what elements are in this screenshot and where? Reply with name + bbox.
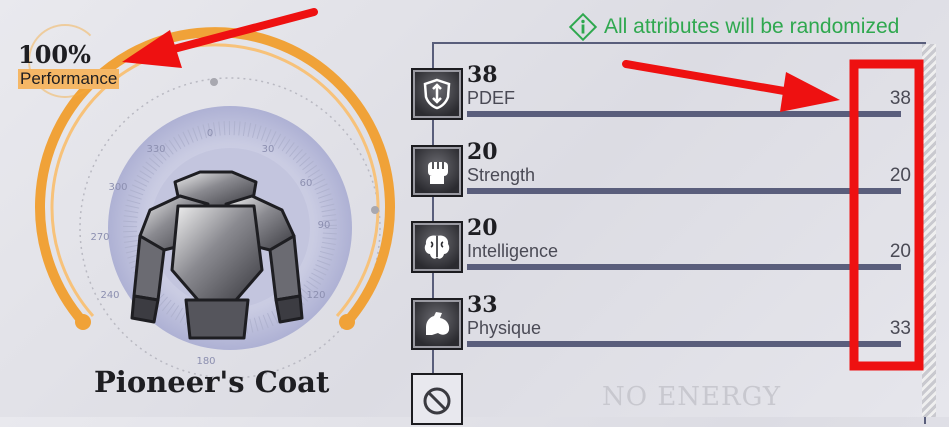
performance-value: 100% — [18, 40, 91, 69]
attribute-value: 38 — [467, 62, 498, 88]
performance-indicator: 100% Performance — [18, 24, 143, 98]
arc-end-left — [75, 314, 91, 330]
brain-icon — [411, 221, 463, 273]
attribute-label: Strength — [467, 165, 536, 185]
dial-tick: 0 — [207, 128, 213, 139]
attribute-row-pdef[interactable]: 38 PDEF 38 — [411, 62, 911, 120]
dial-tick: 330 — [146, 144, 165, 155]
attribute-label: Physique — [467, 318, 542, 338]
dial-tick: 60 — [300, 178, 313, 189]
attribute-bar — [467, 264, 901, 270]
attribute-row-physique[interactable]: 33 Physique 33 — [411, 292, 911, 350]
attribute-label: Intelligence — [467, 241, 559, 261]
shield-icon — [411, 68, 463, 120]
banner-text: All attributes will be randomized — [604, 15, 900, 38]
performance-label: Performance — [18, 69, 120, 89]
item-name: Pioneer's Coat — [94, 365, 330, 399]
arm-muscle-icon — [411, 298, 463, 350]
randomize-banner: All attributes will be randomized — [568, 12, 899, 42]
attribute-value: 33 — [467, 292, 498, 318]
arc-end-right — [339, 314, 355, 330]
info-diamond-icon — [568, 12, 598, 42]
attribute-value: 20 — [467, 139, 498, 165]
attribute-value: 20 — [467, 215, 498, 241]
fist-icon — [411, 145, 463, 197]
attribute-bar — [467, 111, 901, 117]
arc-knob-top — [210, 78, 218, 86]
dial-tick: 120 — [306, 290, 325, 301]
dial-tick: 30 — [262, 144, 275, 155]
attribute-roll-value: 38 — [889, 88, 911, 109]
dial-tick: 90 — [318, 220, 331, 231]
prohibited-icon — [411, 373, 463, 425]
no-energy-label: NO ENERGY — [602, 382, 782, 412]
attribute-label: PDEF — [467, 88, 516, 108]
dial-tick: 270 — [90, 232, 109, 243]
attribute-roll-value: 20 — [889, 165, 911, 186]
attribute-bar — [467, 188, 901, 194]
attribute-row-strength[interactable]: 20 Strength 20 — [411, 139, 911, 197]
dial-tick: 300 — [108, 182, 127, 193]
attribute-row-intelligence[interactable]: 20 Intelligence 20 — [411, 215, 911, 273]
arc-knob-right — [371, 206, 379, 214]
dial-tick: 240 — [100, 290, 119, 301]
panel-scroll-stripe — [922, 44, 936, 417]
attribute-roll-value: 20 — [889, 241, 911, 262]
attribute-roll-value: 33 — [889, 318, 911, 339]
attribute-bar — [467, 341, 901, 347]
